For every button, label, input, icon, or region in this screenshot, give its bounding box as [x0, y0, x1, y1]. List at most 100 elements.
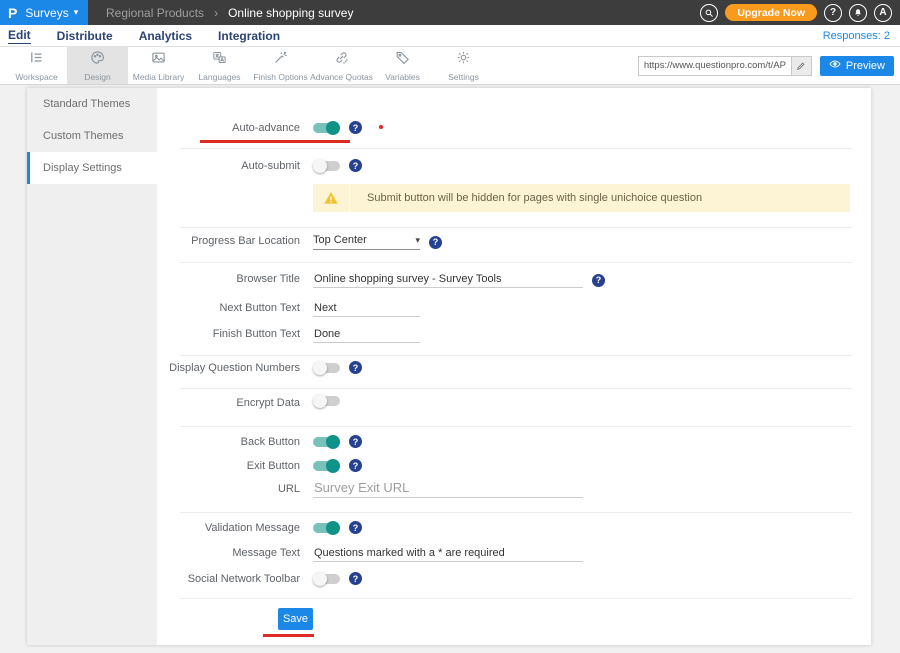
next-button-text-input[interactable]: [313, 301, 420, 317]
toolbar-item-finish-options[interactable]: Finish Options: [250, 47, 311, 84]
progress-bar-help-icon[interactable]: ?: [429, 236, 442, 249]
breadcrumb: Regional Products › Online shopping surv…: [88, 0, 900, 25]
edit-url-pencil-icon[interactable]: [791, 57, 811, 75]
warning-text: Submit button will be hidden for pages w…: [350, 192, 702, 204]
separator: [180, 148, 852, 149]
row-display-question-numbers: Display Question Numbers ?: [157, 361, 871, 377]
sidebar-item-custom-themes[interactable]: Custom Themes: [27, 120, 157, 152]
breadcrumb-separator: ›: [214, 6, 218, 20]
browser-title-help-icon[interactable]: ?: [592, 274, 605, 287]
breadcrumb-folder[interactable]: Regional Products: [106, 6, 204, 20]
notifications-bell-icon[interactable]: [849, 4, 867, 22]
display-settings-form: Auto-advance ? Auto-submit ?: [157, 88, 871, 645]
sidebar-item-standard-themes[interactable]: Standard Themes: [27, 88, 157, 120]
row-auto-advance: Auto-advance ?: [157, 121, 871, 137]
help-button[interactable]: ?: [824, 4, 842, 22]
exit-button-label: Exit Button: [157, 459, 300, 474]
auto-advance-toggle[interactable]: [313, 123, 340, 133]
gear-icon: [456, 50, 471, 70]
separator: [180, 227, 852, 228]
finish-button-text-input[interactable]: [313, 327, 420, 343]
social-network-toolbar-help-icon[interactable]: ?: [349, 572, 362, 585]
row-back-button: Back Button ?: [157, 435, 871, 451]
product-menu-label: Surveys: [25, 6, 68, 20]
separator: [180, 388, 852, 389]
content-area: Standard Themes Custom Themes Display Se…: [0, 85, 900, 653]
browser-title-input[interactable]: [313, 272, 583, 288]
exit-url-input[interactable]: [313, 479, 583, 498]
social-network-toolbar-label: Social Network Toolbar: [157, 572, 300, 587]
eye-icon: [829, 58, 841, 73]
responses-count[interactable]: Responses: 2: [823, 30, 890, 42]
toolbar-item-workspace[interactable]: Workspace: [6, 47, 67, 84]
social-network-toolbar-toggle[interactable]: [313, 574, 340, 584]
exit-button-toggle[interactable]: [313, 461, 340, 471]
tab-edit[interactable]: Edit: [8, 27, 31, 44]
toolbar-item-advance-quotas[interactable]: Advance Quotas: [311, 47, 372, 84]
display-question-numbers-help-icon[interactable]: ?: [349, 361, 362, 374]
toolbar-item-design[interactable]: Design: [67, 47, 128, 84]
separator: [180, 512, 852, 513]
annotation-dot: [379, 125, 383, 129]
auto-submit-label: Auto-submit: [157, 159, 300, 174]
auto-advance-label: Auto-advance: [157, 121, 300, 136]
image-icon: [151, 50, 166, 70]
header-actions: Upgrade Now ? A: [700, 4, 900, 22]
annotation-underline-auto-advance: [200, 140, 350, 143]
row-auto-submit: Auto-submit ?: [157, 159, 871, 175]
display-question-numbers-label: Display Question Numbers: [157, 361, 300, 376]
back-button-toggle[interactable]: [313, 437, 340, 447]
upgrade-now-button[interactable]: Upgrade Now: [725, 4, 817, 21]
save-button[interactable]: Save: [278, 608, 313, 630]
validation-message-help-icon[interactable]: ?: [349, 521, 362, 534]
encrypt-data-toggle[interactable]: [313, 396, 340, 406]
row-next-button-text: Next Button Text: [157, 301, 871, 317]
auto-submit-toggle[interactable]: [313, 161, 340, 171]
row-validation-message: Validation Message ?: [157, 521, 871, 537]
separator: [180, 598, 852, 599]
toolbar-item-media-library[interactable]: Media Library: [128, 47, 189, 84]
tag-icon: [395, 50, 410, 70]
chevron-down-icon: ▾: [74, 7, 79, 18]
row-social-network-toolbar: Social Network Toolbar ?: [157, 572, 871, 588]
palette-icon: [90, 50, 105, 70]
validation-message-toggle[interactable]: [313, 523, 340, 533]
exit-button-help-icon[interactable]: ?: [349, 459, 362, 472]
survey-url-box: [638, 56, 812, 76]
encrypt-data-label: Encrypt Data: [157, 396, 300, 411]
row-exit-button: Exit Button ?: [157, 459, 871, 475]
progress-bar-location-select[interactable]: Top Center ▾: [313, 234, 420, 250]
next-button-text-label: Next Button Text: [157, 301, 300, 316]
chain-link-icon: [334, 50, 349, 70]
validation-message-label: Validation Message: [157, 521, 300, 536]
display-settings-card: Standard Themes Custom Themes Display Se…: [27, 88, 871, 645]
row-browser-title: Browser Title ?: [157, 272, 871, 288]
toolbar-item-variables[interactable]: Variables: [372, 47, 433, 84]
product-switcher[interactable]: P Surveys ▾: [0, 0, 88, 25]
avatar[interactable]: A: [874, 4, 892, 22]
row-finish-button-text: Finish Button Text: [157, 327, 871, 343]
back-button-label: Back Button: [157, 435, 300, 450]
warning-triangle-icon: [313, 190, 349, 206]
translate-icon: [212, 50, 227, 70]
preview-button[interactable]: Preview: [820, 56, 894, 76]
message-text-label: Message Text: [157, 546, 300, 561]
display-question-numbers-toggle[interactable]: [313, 363, 340, 373]
tab-analytics[interactable]: Analytics: [139, 28, 192, 44]
toolbar-item-settings[interactable]: Settings: [433, 47, 494, 84]
workspace-icon: [29, 50, 44, 70]
auto-advance-help-icon[interactable]: ?: [349, 121, 362, 134]
survey-nav: Edit Distribute Analytics Integration Re…: [0, 25, 900, 47]
tab-integration[interactable]: Integration: [218, 28, 280, 44]
annotation-underline-save: [263, 634, 314, 637]
search-icon[interactable]: [700, 4, 718, 22]
tab-distribute[interactable]: Distribute: [57, 28, 113, 44]
sidebar-item-display-settings[interactable]: Display Settings: [27, 152, 157, 184]
design-toolbar: Workspace Design Media Library Languages…: [0, 47, 900, 85]
survey-url-input[interactable]: [639, 57, 791, 75]
toolbar-item-languages[interactable]: Languages: [189, 47, 250, 84]
message-text-input[interactable]: [313, 546, 583, 562]
themes-sidebar: Standard Themes Custom Themes Display Se…: [27, 88, 157, 645]
back-button-help-icon[interactable]: ?: [349, 435, 362, 448]
auto-submit-help-icon[interactable]: ?: [349, 159, 362, 172]
